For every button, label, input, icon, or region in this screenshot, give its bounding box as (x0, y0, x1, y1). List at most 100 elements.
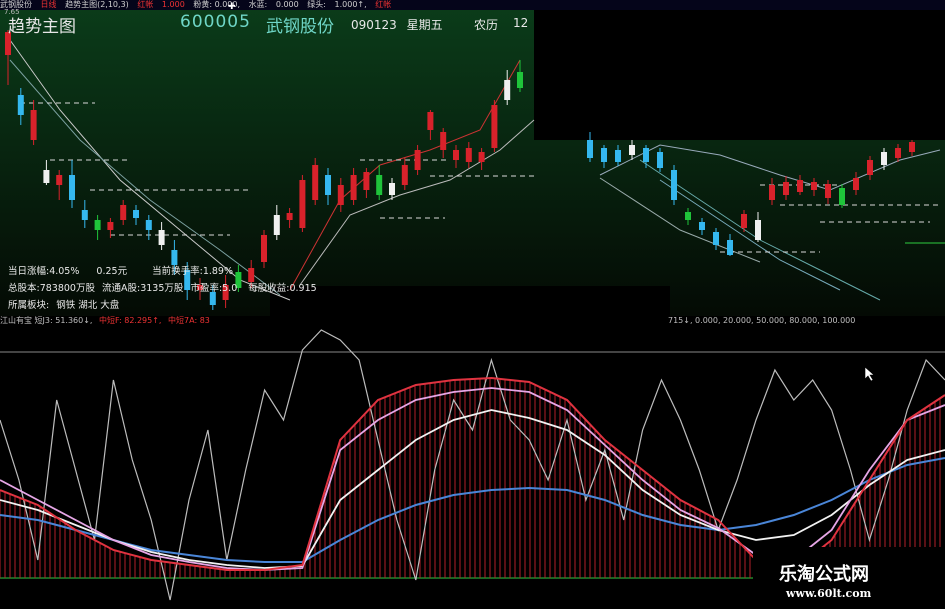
candle-body (261, 235, 267, 262)
candle-b-body (853, 178, 859, 190)
topbar-item-10: 红帐 (375, 0, 392, 9)
candle-b-body (587, 140, 593, 158)
info-mask (270, 286, 670, 316)
candle-body (56, 175, 63, 185)
mouse-cursor-icon (864, 366, 876, 386)
indicator-title: 趋势主图 (8, 17, 76, 37)
stock-code: 600005 (180, 12, 251, 32)
candle-b-body (839, 188, 845, 205)
float-label: 流通A股: (102, 283, 141, 294)
top-status-bar: 武钢股份 日线 趋势主图(2,10,3) 红帐 1.000 粉黄: 0.000,… (0, 0, 945, 10)
price-chart[interactable] (0, 0, 945, 609)
indicator-mid2: 中短7A: 83 (168, 316, 210, 325)
candle-body (107, 222, 114, 230)
candle-b-body (909, 142, 915, 152)
eps-label: 每股收益: (248, 283, 290, 294)
candle-body (286, 213, 293, 220)
candle-b-body (657, 152, 663, 168)
topbar-item-1: 日线 (40, 0, 57, 9)
candle-body (325, 175, 331, 195)
shares-row: 总股本:783800万股 流通A股:3135万股 市盈率:5.0 每股收益:0.… (8, 280, 317, 294)
candle-b-body (895, 148, 901, 158)
candle-b-body (713, 232, 719, 245)
candle-b-body (685, 212, 691, 220)
sector-value: 钢铁 湖北 大盘 (56, 300, 120, 311)
candle-body (145, 220, 152, 230)
candle-body (81, 210, 88, 220)
topbar-item-2: 趋势主图(2,10,3) (65, 0, 129, 9)
candle-body (30, 110, 37, 140)
topbar-item-3: 红帐 (137, 0, 154, 9)
lunar-label: 农历 (474, 18, 499, 32)
crosshair-icon: ✚ (228, 2, 236, 12)
candle-body (299, 180, 306, 228)
candle-body (478, 152, 485, 162)
change-row: 当日涨幅:4.05% 0.25元 当前换手率:1.89% (8, 263, 233, 277)
candle-body (414, 150, 421, 170)
candle-b-body (699, 222, 705, 230)
stock-chart-window: 武钢股份 日线 趋势主图(2,10,3) 红帐 1.000 粉黄: 0.000,… (0, 0, 945, 609)
candle-body (363, 172, 370, 190)
upper-right-mask (534, 0, 945, 140)
candle-b-body (825, 184, 831, 198)
candle-body (389, 183, 395, 195)
topbar-item-9: 1.000↑, (334, 0, 367, 9)
change-label: 当日涨幅: (8, 266, 50, 277)
candle-body (401, 165, 408, 185)
candle-body (120, 205, 127, 220)
date-value: 090123 (351, 18, 397, 32)
float-suffix: 万股 (164, 283, 184, 294)
candle-b-body (615, 150, 621, 162)
date-label: 090123 星期五 (351, 16, 443, 33)
candle-b-body (783, 182, 789, 195)
candle-b-body (601, 148, 607, 162)
candle-b-body (797, 180, 803, 192)
pe-label: 市盈率: (190, 283, 223, 294)
candle-body (465, 148, 472, 162)
candle-body (440, 132, 447, 150)
candle-b-body (629, 145, 635, 155)
turnover-value: 1.89% (202, 266, 233, 277)
candle-body (69, 175, 75, 200)
total-shares-value: 783800万股 (39, 283, 95, 294)
candle-body (133, 210, 139, 218)
candle-b-body (755, 220, 761, 240)
candle-body (273, 215, 280, 235)
candle-body (94, 220, 101, 230)
candle-body (350, 175, 357, 200)
candle-body (158, 230, 165, 245)
topbar-item-4: 1.000 (161, 0, 185, 9)
change-amount: 0.25元 (96, 266, 128, 277)
watermark-title: 乐淘公式网 (779, 564, 869, 585)
topbar-item-8: 绿头: (307, 0, 326, 9)
topbar-item-7: 0.000 (275, 0, 299, 9)
indicator-right-values: 715↓, 0.000, 20.000, 50.000, 80.000, 100… (668, 316, 856, 325)
turnover-label: 当前换手率: (152, 266, 203, 277)
change-pct: 4.05% (49, 266, 80, 277)
candle-body (453, 150, 459, 160)
sector-row: 所属板块: 钢铁 湖北 大盘 (8, 297, 119, 311)
candle-body (517, 72, 523, 88)
candle-body (43, 170, 50, 183)
pe-value: 5.0 (222, 283, 238, 294)
candle-body (312, 165, 319, 200)
float-value: 3135 (140, 283, 165, 294)
candle-b-body (727, 240, 733, 255)
candle-b-body (811, 182, 817, 190)
candle-b-body (671, 170, 677, 200)
total-shares-label: 总股本: (8, 283, 40, 294)
indicator-left-text: 江山有宝 短J3: 51.360↓, (0, 316, 93, 325)
candle-b-body (643, 148, 649, 162)
lunar-number: 12 (513, 16, 529, 30)
candle-body (17, 95, 24, 115)
candle-body (491, 105, 498, 148)
candle-b-body (867, 160, 873, 175)
indicator-mid1: 中短F: 82.295↑, (99, 316, 162, 325)
candle-body (427, 112, 434, 130)
watermark-url: www.60lt.com (786, 587, 872, 600)
weekday-label: 星期五 (406, 18, 443, 32)
sector-label: 所属板块: (8, 300, 50, 311)
candle-b-body (881, 152, 887, 165)
candle-body (337, 185, 344, 205)
topbar-item-6: 水蓝: (248, 0, 268, 9)
